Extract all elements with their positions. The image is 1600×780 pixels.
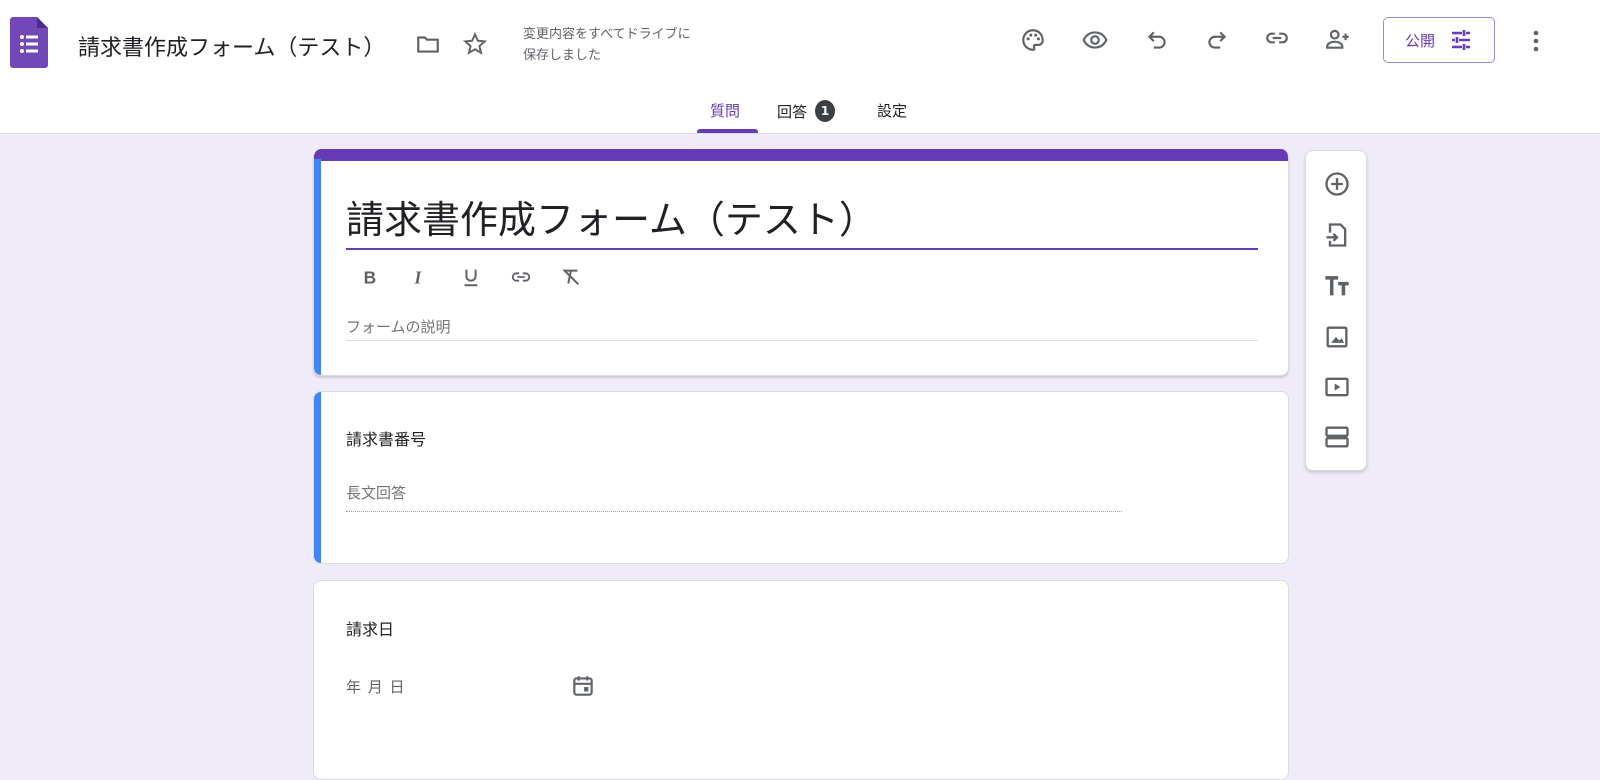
palette-icon[interactable] — [1020, 27, 1046, 53]
clear-formatting-icon[interactable] — [560, 266, 582, 288]
import-questions-icon[interactable] — [1323, 221, 1351, 249]
add-video-icon[interactable] — [1323, 373, 1351, 401]
selected-indicator — [314, 159, 321, 375]
answer-underline — [346, 511, 1122, 512]
add-question-icon[interactable] — [1323, 170, 1351, 198]
document-title[interactable]: 請求書作成フォーム（テスト） — [78, 30, 385, 62]
bold-icon[interactable]: B — [359, 266, 381, 288]
save-status-line2: 保存しました — [523, 48, 602, 63]
question-card[interactable]: 請求日 年 月 日 — [313, 580, 1289, 780]
star-icon[interactable] — [462, 31, 488, 57]
form-title-card[interactable]: 請求書作成フォーム（テスト） B I フォームの説明 — [313, 149, 1289, 376]
svg-text:I: I — [414, 267, 423, 287]
add-image-icon[interactable] — [1323, 323, 1351, 351]
publish-label: 公開 — [1404, 31, 1435, 50]
answer-placeholder: 長文回答 — [346, 484, 407, 502]
title-underline — [346, 248, 1258, 250]
tune-sliders-icon — [1449, 28, 1473, 52]
folder-icon[interactable] — [415, 31, 441, 57]
link-icon[interactable] — [1264, 25, 1290, 51]
floating-toolbar — [1305, 150, 1367, 471]
preview-eye-icon[interactable] — [1082, 27, 1108, 53]
add-collaborator-icon[interactable] — [1325, 26, 1351, 52]
forms-logo-icon[interactable] — [10, 17, 48, 68]
more-options-icon[interactable] — [1526, 28, 1546, 54]
tab-settings-label: 設定 — [877, 102, 908, 120]
tab-questions-label: 質問 — [710, 102, 741, 120]
card-accent-bar — [314, 149, 1288, 161]
tab-settings[interactable]: 設定 — [877, 100, 907, 121]
date-placeholder: 年 月 日 — [346, 678, 406, 696]
save-status: 変更内容をすべてドライブに 保存しました — [523, 24, 691, 66]
form-description-input[interactable]: フォームの説明 — [346, 316, 451, 337]
italic-icon[interactable]: I — [409, 266, 431, 288]
add-title-description-icon[interactable] — [1323, 272, 1351, 300]
insert-link-icon[interactable] — [510, 266, 532, 288]
response-count-badge: 1 — [815, 100, 836, 122]
tab-questions[interactable]: 質問 — [710, 100, 740, 121]
form-title-input[interactable]: 請求書作成フォーム（テスト） — [346, 189, 877, 244]
add-section-icon[interactable] — [1323, 423, 1351, 451]
selected-indicator — [314, 392, 321, 563]
redo-icon[interactable] — [1204, 27, 1230, 53]
undo-icon[interactable] — [1144, 27, 1170, 53]
calendar-icon — [570, 673, 596, 699]
tab-responses-label: 回答 — [777, 102, 808, 121]
underline-icon[interactable] — [460, 266, 482, 288]
save-status-line1: 変更内容をすべてドライブに — [523, 27, 691, 42]
app-header: 請求書作成フォーム（テスト） 変更内容をすべてドライブに 保存しました 公開 質問… — [0, 0, 1600, 134]
tab-responses[interactable]: 回答 1 — [777, 100, 836, 122]
publish-button[interactable]: 公開 — [1383, 17, 1495, 63]
active-tab-indicator — [697, 129, 758, 133]
svg-text:B: B — [364, 267, 377, 287]
question-card[interactable]: 請求書番号 長文回答 — [313, 391, 1289, 564]
description-underline — [346, 340, 1258, 341]
question-title: 請求書番号 — [346, 430, 427, 449]
question-title: 請求日 — [346, 620, 395, 639]
